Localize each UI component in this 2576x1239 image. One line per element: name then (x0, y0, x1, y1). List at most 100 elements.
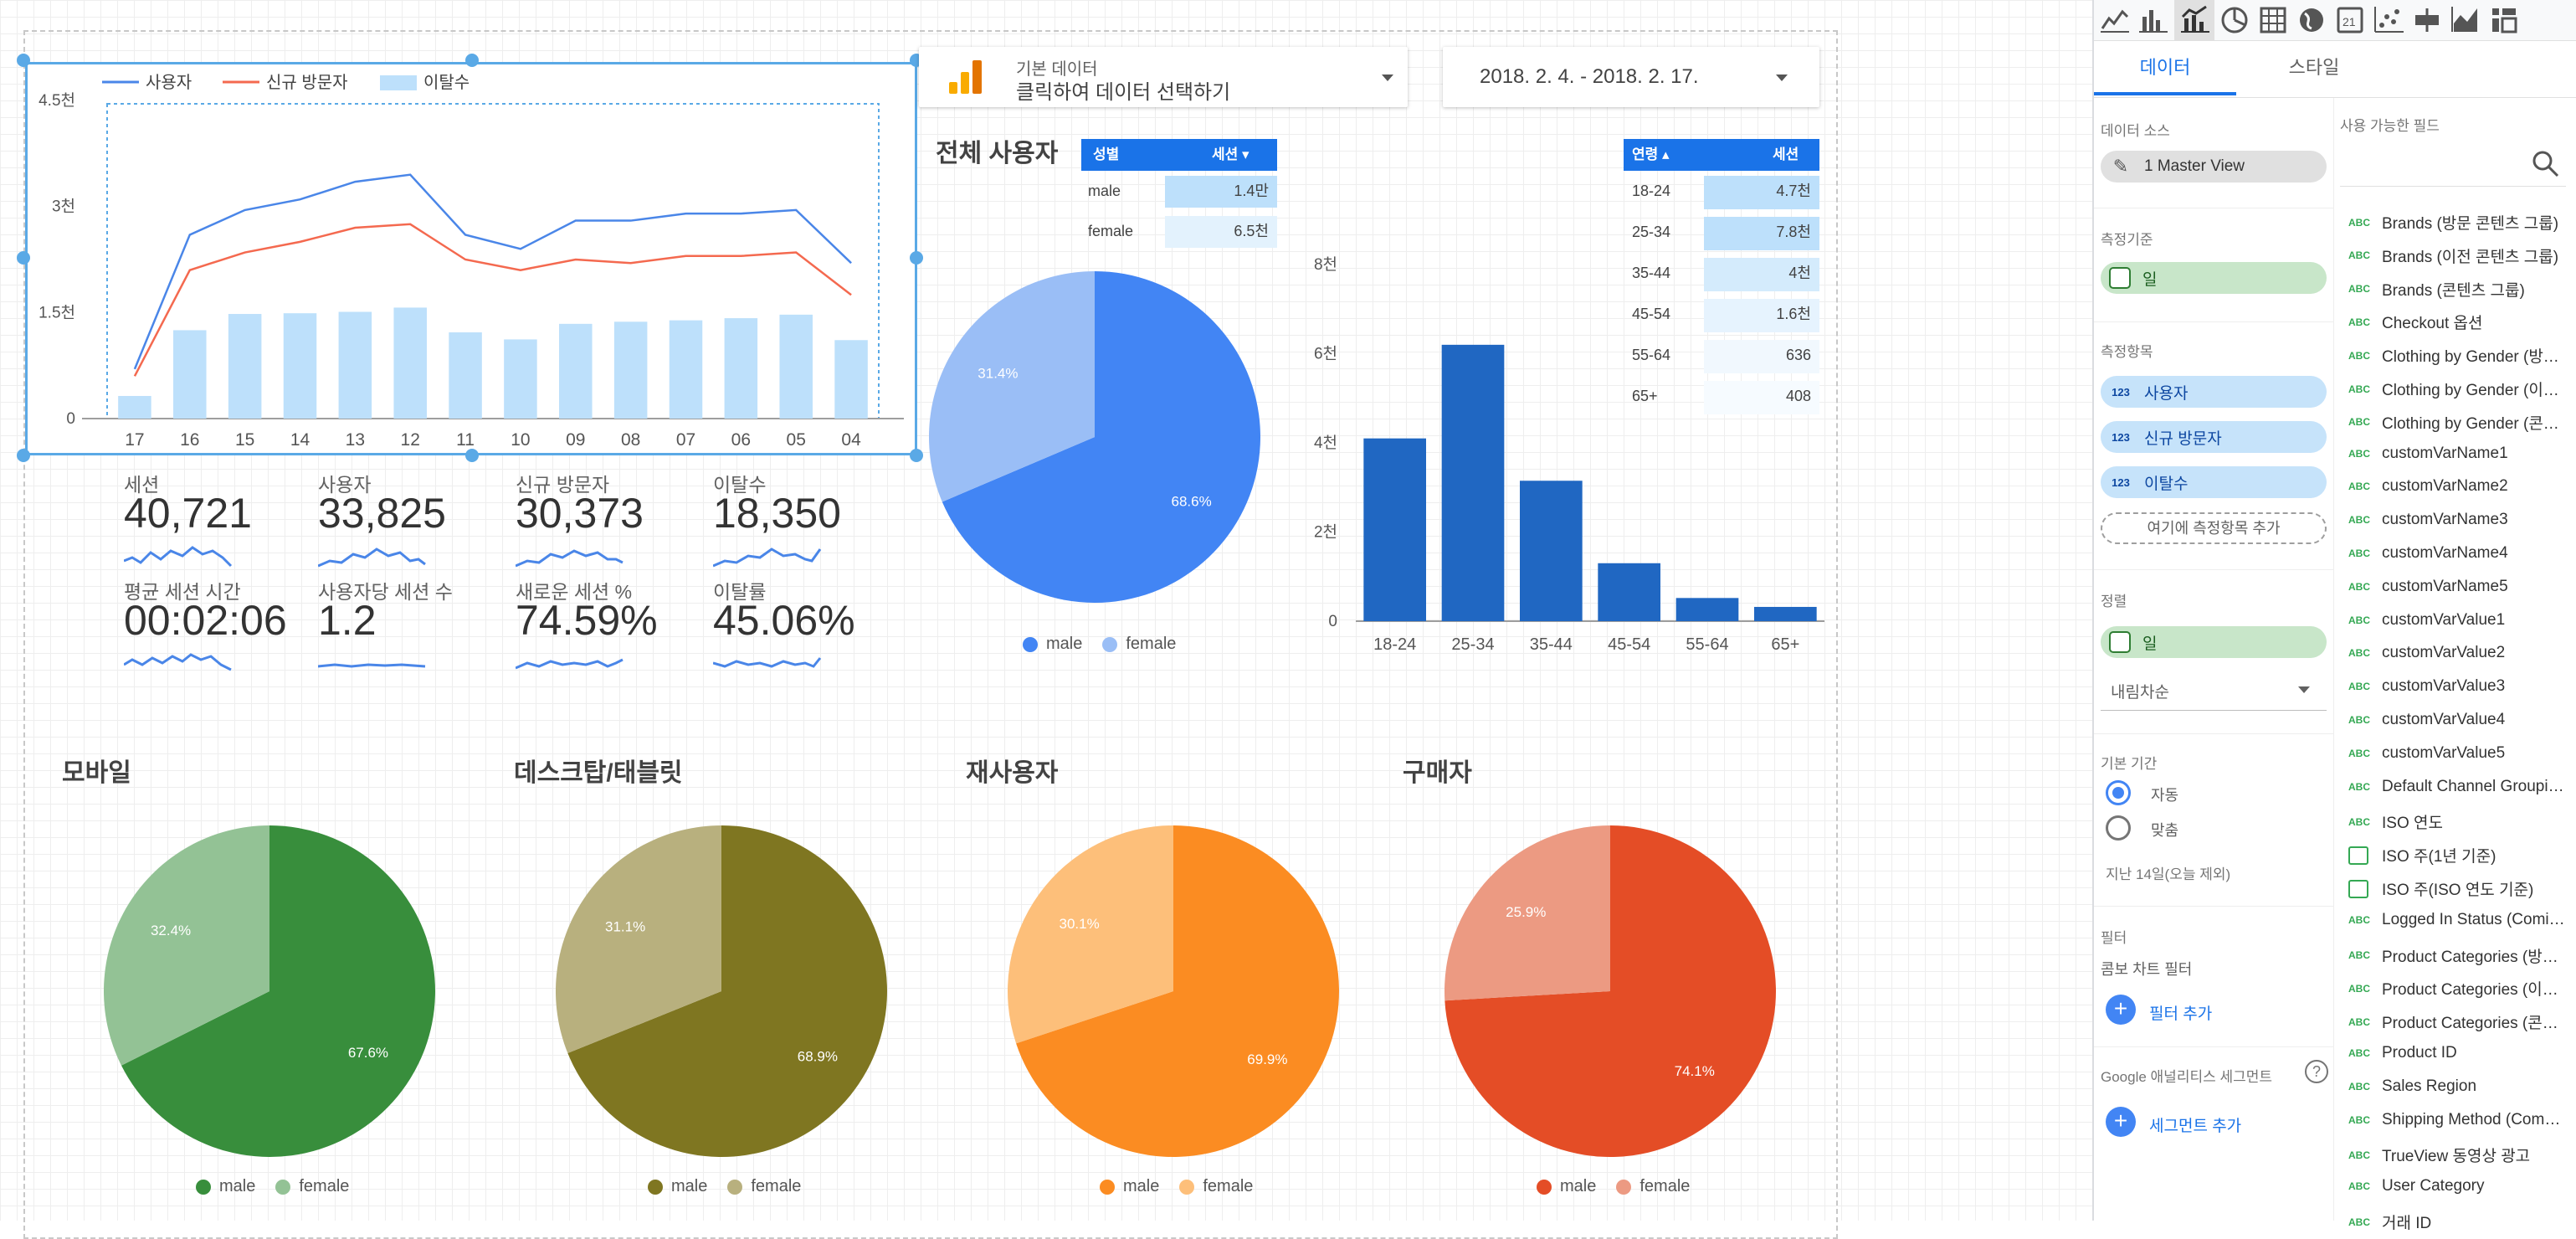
scorecard[interactable]: 사용자당 세션 수 1.2 (318, 576, 502, 685)
time-series-icon[interactable] (2097, 3, 2131, 37)
metric-chip-bounces[interactable]: 123 이탈수 (2101, 466, 2327, 498)
field-item[interactable]: ISO 주(1년 기준) (2348, 844, 2496, 866)
field-item[interactable]: ABC Product ID (2348, 1044, 2457, 1062)
age-bar[interactable] (1441, 344, 1505, 621)
age-bar-chart[interactable]: 8천 6천 4천 2천 0 18-24 25-34 35-44 45-54 55-64 65+ (1289, 248, 1833, 658)
tab-data[interactable]: 데이터 (2094, 42, 2236, 95)
period-custom-radio[interactable] (2106, 815, 2131, 841)
field-item[interactable]: ABC Shipping Method (Com… (2348, 1111, 2560, 1129)
combo-chart[interactable]: 4.5천 3천 1.5천 0 17 16 15 14 13 12 11 10 09 08 07 06 05 04 사… (25, 62, 917, 455)
bar-bounces[interactable] (724, 318, 758, 419)
bar-bounces[interactable] (393, 307, 427, 419)
field-item[interactable]: ABC customVarValue2 (2348, 644, 2505, 662)
bar-bounces[interactable] (338, 311, 372, 419)
field-item[interactable]: ABC Checkout 옵션 (2348, 311, 2483, 333)
bar-bounces[interactable] (669, 320, 703, 419)
sort-field-chip[interactable]: 일 (2101, 626, 2327, 658)
field-item[interactable]: ISO 주(ISO 연도 기준) (2348, 877, 2533, 900)
selection-handle[interactable] (17, 54, 30, 67)
sessions-col-header[interactable]: 세션 (1773, 139, 1799, 171)
bar-bounces[interactable] (449, 332, 482, 419)
field-item[interactable]: ABC customVarValue5 (2348, 744, 2505, 763)
field-item[interactable]: ABC Sales Region (2348, 1077, 2476, 1096)
selection-handle[interactable] (465, 449, 479, 462)
field-item[interactable]: ABC TrueView 동영상 광고 (2348, 1144, 2530, 1166)
buyers-pie[interactable]: 74.1% 25.9% (1443, 824, 1794, 1175)
field-item[interactable]: ABC Brands (방문 콘텐츠 그룹) (2348, 211, 2558, 234)
pivot-table-icon[interactable] (2487, 3, 2521, 37)
geo-map-icon[interactable] (2295, 3, 2328, 37)
field-item[interactable]: ABC Brands (이전 콘텐츠 그룹) (2348, 244, 2558, 267)
field-item[interactable]: ABC Default Channel Groupi… (2348, 778, 2564, 796)
field-item[interactable]: ABC customVarName1 (2348, 445, 2508, 463)
field-item[interactable]: ABC customVarName3 (2348, 511, 2508, 529)
bar-chart-icon[interactable] (2136, 3, 2169, 37)
sessions-col-header[interactable]: 세션 ▾ (1212, 139, 1250, 171)
returning-pie[interactable]: 69.9% 30.1% (1006, 824, 1357, 1175)
scorecard[interactable]: 이탈률 45.06% (713, 576, 897, 685)
bar-bounces[interactable] (559, 323, 593, 419)
metric-chip-new-visitors[interactable]: 123 신규 방문자 (2101, 421, 2327, 453)
field-item[interactable]: ABC customVarName4 (2348, 544, 2508, 563)
age-bar[interactable] (1598, 563, 1660, 621)
field-item[interactable]: ABC customVarValue3 (2348, 677, 2505, 696)
age-table-header[interactable]: 연령 ▴ 세션 (1624, 139, 1819, 171)
bar-bounces[interactable] (173, 330, 207, 419)
help-icon[interactable]: ? (2305, 1060, 2328, 1083)
area-chart-icon[interactable] (2449, 3, 2482, 37)
field-item[interactable]: ABC Product Categories (이… (2348, 977, 2558, 1000)
table-icon[interactable] (2256, 3, 2290, 37)
tab-style[interactable]: 스타일 (2243, 42, 2385, 95)
add-segment-plus-icon[interactable]: + (2106, 1107, 2136, 1137)
search-icon[interactable] (2531, 149, 2561, 179)
age-bar[interactable] (1675, 598, 1739, 621)
metric-chip-users[interactable]: 123 사용자 (2101, 376, 2327, 408)
field-item[interactable]: ABC Brands (콘텐츠 그룹) (2348, 278, 2525, 301)
field-item[interactable]: ABC customVarName5 (2348, 578, 2508, 596)
scorecard[interactable]: 신규 방문자 30,373 (516, 469, 700, 578)
field-item[interactable]: ABC 거래 ID (2348, 1211, 2431, 1233)
scorecard[interactable]: 사용자 33,825 (318, 469, 502, 578)
field-search-input[interactable] (2340, 142, 2566, 187)
field-item[interactable]: ABC customVarValue4 (2348, 711, 2505, 729)
selection-handle[interactable] (910, 449, 923, 462)
scorecard[interactable]: 이탈수 18,350 (713, 469, 897, 578)
pie-chart-icon[interactable] (2218, 3, 2251, 37)
field-item[interactable]: ABC Clothing by Gender (콘… (2348, 411, 2559, 434)
age-bar[interactable] (1520, 481, 1583, 621)
add-filter-link[interactable]: 필터 추가 (2149, 1001, 2212, 1024)
desktop-pie[interactable]: 68.9% 31.1% (554, 824, 906, 1175)
field-item[interactable]: ABC customVarValue1 (2348, 611, 2505, 630)
data-source-chip[interactable]: ✎ 1 Master View (2101, 151, 2327, 183)
selection-handle[interactable] (910, 251, 923, 265)
selection-handle[interactable] (465, 54, 479, 67)
age-col-header[interactable]: 연령 ▴ (1632, 139, 1670, 171)
scorecard[interactable]: 새로운 세션 % 74.59% (516, 576, 700, 685)
gender-col-header[interactable]: 성별 (1093, 139, 1119, 171)
field-item[interactable]: ABC ISO 연도 (2348, 810, 2443, 833)
add-segment-link[interactable]: 세그먼트 추가 (2149, 1113, 2241, 1136)
bar-bounces[interactable] (779, 314, 813, 419)
total-users-pie[interactable]: 68.6% 31.4% (927, 270, 1279, 621)
period-auto-radio[interactable] (2106, 780, 2131, 805)
dimension-chip[interactable]: 일 (2101, 262, 2327, 294)
scorecard[interactable]: 세션 40,721 (124, 469, 308, 578)
field-item[interactable]: ABC Product Categories (방… (2348, 944, 2558, 967)
scorecard-icon[interactable]: 21 (2333, 3, 2367, 37)
selection-handle[interactable] (17, 449, 30, 462)
bar-bounces[interactable] (283, 313, 317, 419)
age-bar[interactable] (1363, 438, 1426, 621)
field-item[interactable]: ABC Product Categories (콘… (2348, 1010, 2558, 1033)
bar-bounces[interactable] (504, 339, 537, 419)
field-item[interactable]: ABC Clothing by Gender (방… (2348, 344, 2559, 367)
field-item[interactable]: ABC customVarName2 (2348, 477, 2508, 496)
field-item[interactable]: ABC Clothing by Gender (이… (2348, 378, 2559, 400)
bullet-chart-icon[interactable] (2410, 3, 2444, 37)
bar-bounces[interactable] (118, 395, 151, 419)
combo-chart-icon-selected[interactable] (2174, 0, 2214, 40)
add-metric-dropzone[interactable]: 여기에 측정항목 추가 (2101, 512, 2327, 544)
field-item[interactable]: ABC User Category (2348, 1177, 2485, 1195)
scatter-chart-icon[interactable] (2372, 3, 2405, 37)
gender-table-header[interactable]: 성별 세션 ▾ (1081, 139, 1277, 171)
scorecard[interactable]: 평균 세션 시간 00:02:06 (124, 576, 308, 685)
